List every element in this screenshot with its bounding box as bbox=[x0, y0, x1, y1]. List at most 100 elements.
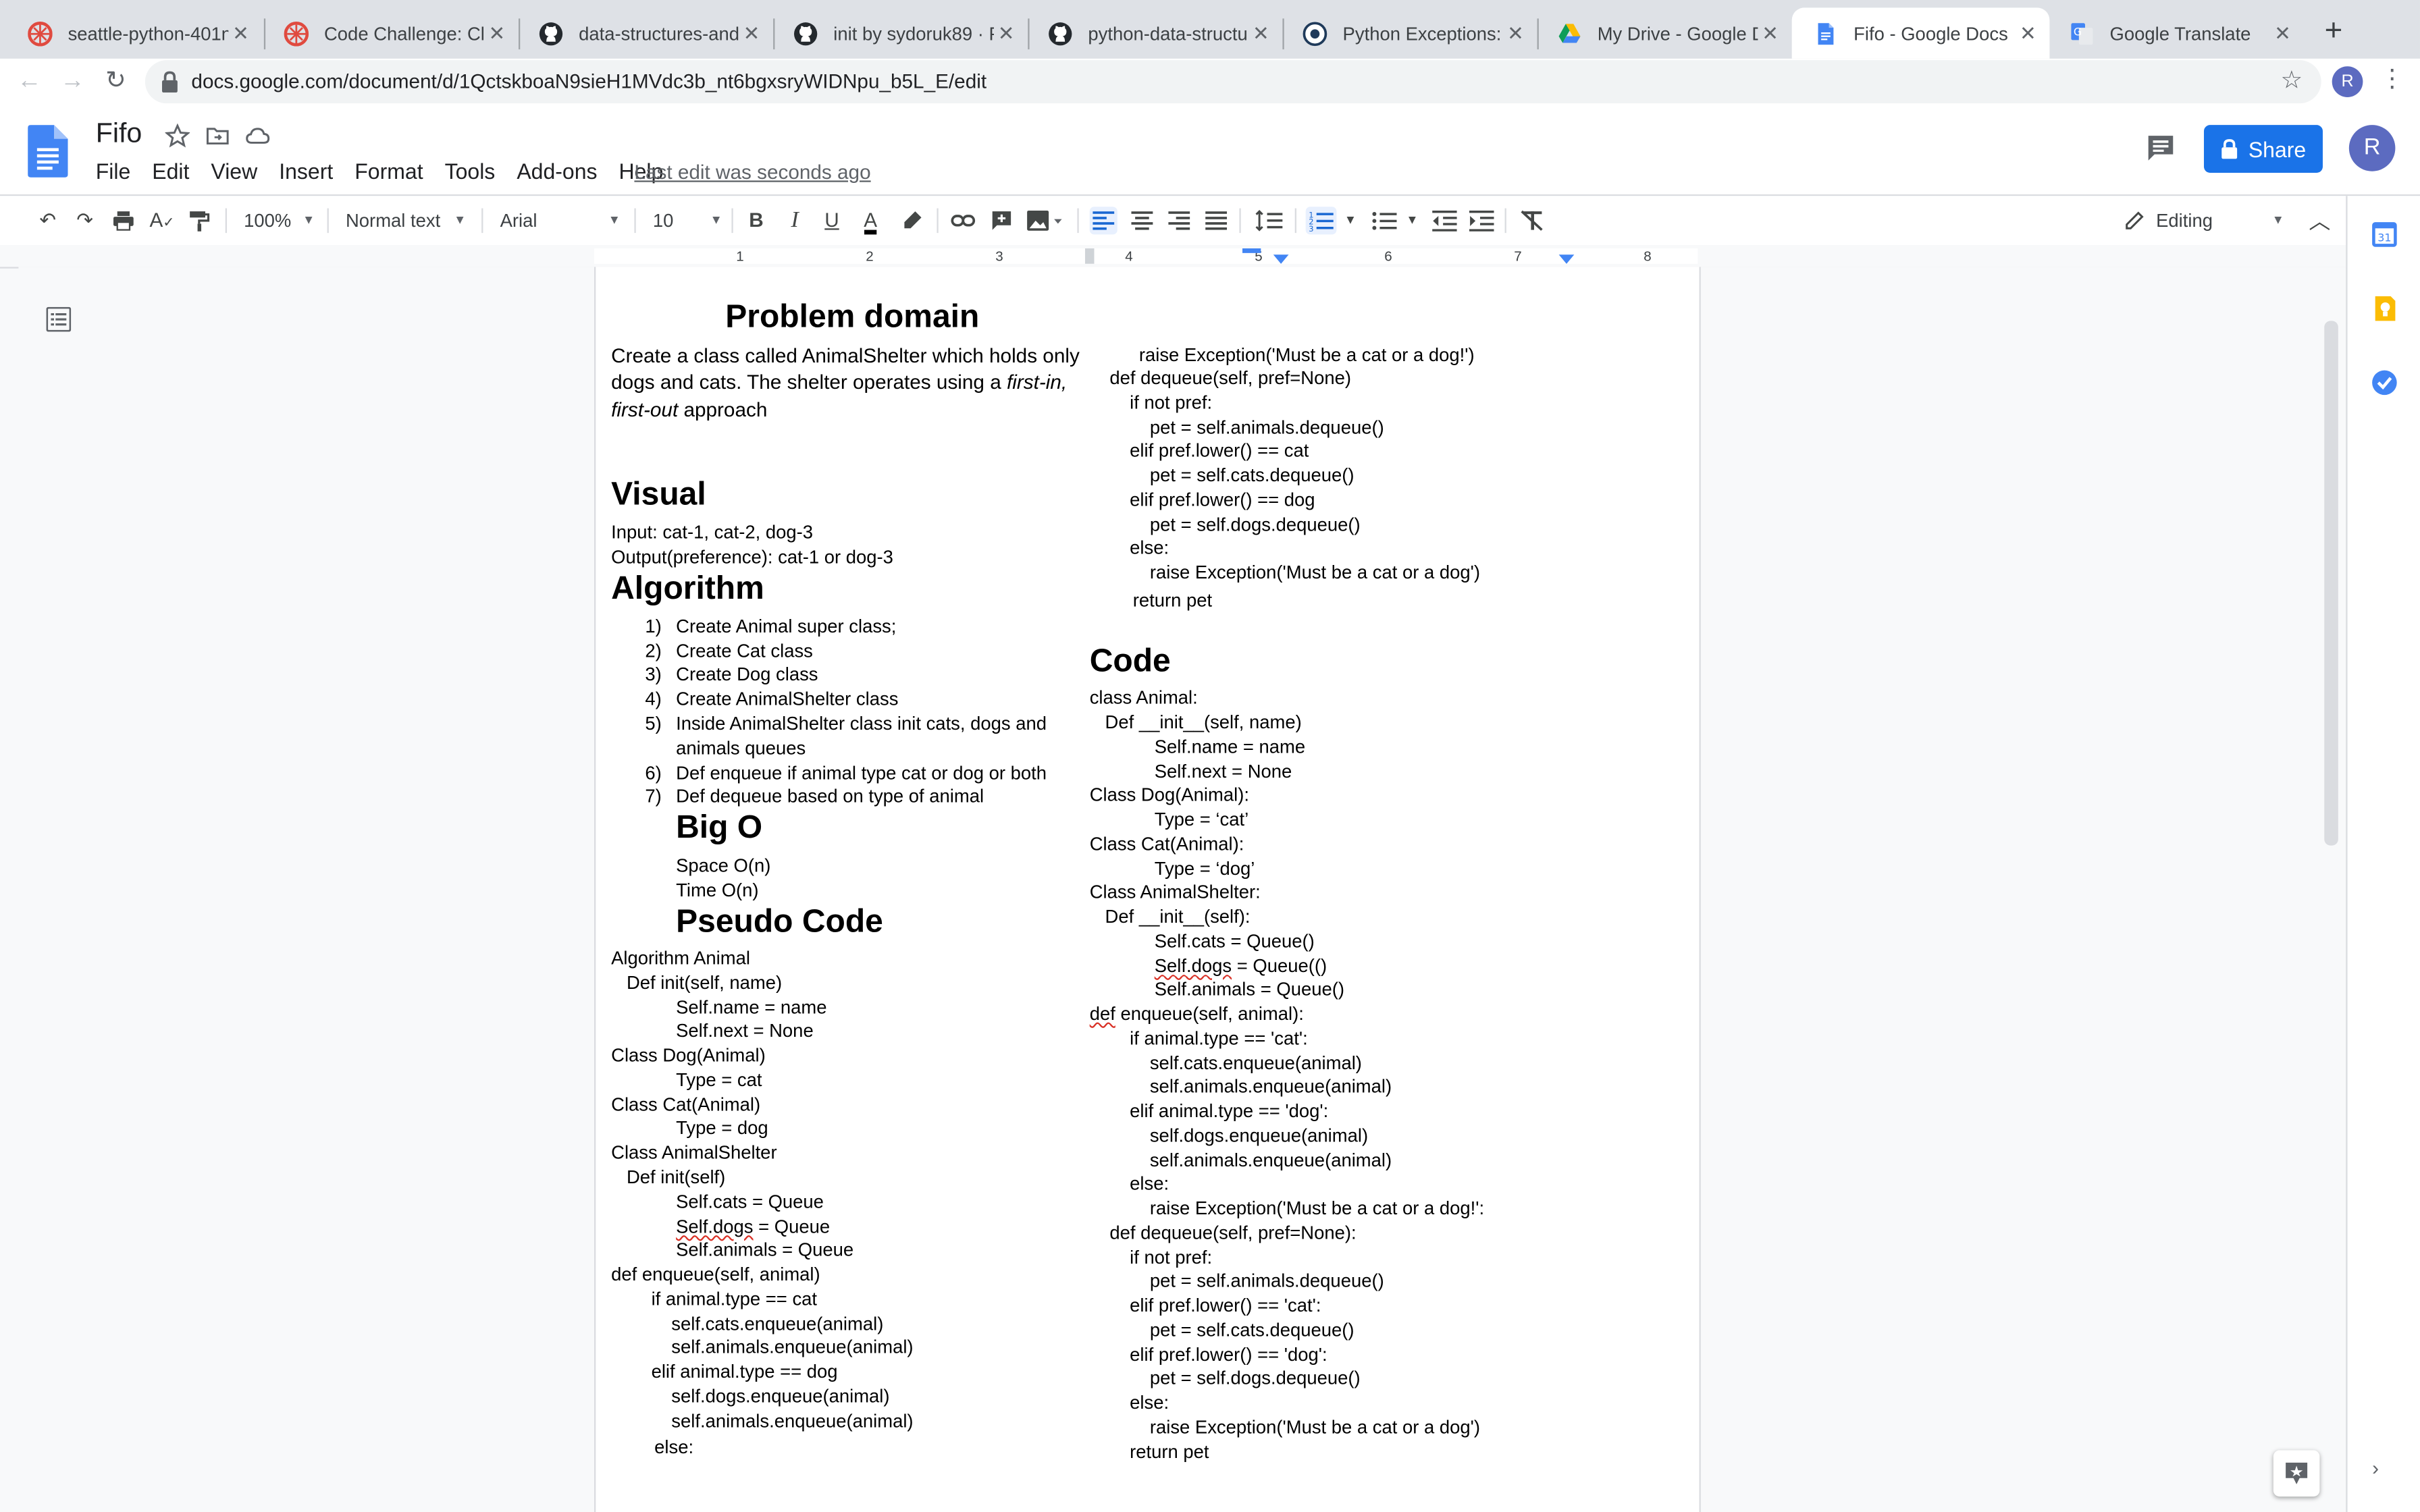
document-title[interactable]: Fifo bbox=[96, 117, 142, 150]
browser-tab[interactable]: My Drive - Google Dri ✕ bbox=[1535, 7, 1791, 58]
zoom-select[interactable]: 100% ▼ bbox=[244, 207, 315, 234]
move-folder-icon[interactable] bbox=[205, 124, 230, 148]
align-center-icon[interactable] bbox=[1128, 207, 1156, 234]
line-spacing-icon[interactable] bbox=[1253, 207, 1284, 234]
print-icon[interactable] bbox=[109, 207, 137, 234]
paragraph-style-select[interactable]: Normal text ▼ bbox=[346, 207, 466, 234]
collapse-menus-icon[interactable]: ︿ bbox=[2306, 207, 2334, 234]
address-bar[interactable]: docs.google.com/document/d/1QctskboaN9si… bbox=[144, 60, 2321, 104]
font-select[interactable]: Arial ▼ bbox=[500, 207, 621, 234]
close-tab-icon[interactable]: ✕ bbox=[739, 21, 764, 46]
spelling-flagged-word[interactable]: def bbox=[1090, 1003, 1115, 1025]
underline-icon[interactable]: U bbox=[820, 207, 845, 234]
close-tab-icon[interactable]: ✕ bbox=[1248, 21, 1273, 46]
code-line: Def __init__(self, name) bbox=[1105, 711, 1302, 733]
close-tab-icon[interactable]: ✕ bbox=[228, 21, 253, 46]
menu-tools[interactable]: Tools bbox=[445, 159, 496, 184]
pseudo-line: pet = self.animals.dequeue() bbox=[1149, 416, 1384, 439]
right-indent-marker[interactable] bbox=[1558, 254, 1575, 264]
column-divider-marker[interactable] bbox=[1084, 248, 1095, 264]
text-color-icon[interactable]: A bbox=[858, 207, 883, 235]
docs-logo-icon[interactable] bbox=[28, 125, 68, 178]
browser-tab[interactable]: seattle-python-401n1 ✕ bbox=[6, 7, 262, 58]
visual-output: Output(preference): cat-1 or dog-3 bbox=[611, 546, 893, 568]
redo-icon[interactable]: ↷ bbox=[71, 207, 99, 234]
close-tab-icon[interactable]: ✕ bbox=[2270, 21, 2295, 46]
expand-side-panel-icon[interactable]: › bbox=[2372, 1457, 2379, 1480]
spelling-flagged-word[interactable]: Self.dogs bbox=[1155, 955, 1232, 977]
comment-history-icon[interactable] bbox=[2145, 133, 2176, 164]
calendar-day: 31 bbox=[2377, 232, 2391, 244]
menu-edit[interactable]: Edit bbox=[152, 159, 189, 184]
italic-icon[interactable]: I bbox=[783, 207, 808, 234]
share-button[interactable]: Share bbox=[2203, 125, 2323, 173]
insert-image-icon[interactable] bbox=[1025, 207, 1065, 234]
browser-tab-active[interactable]: Fifo - Google Docs ✕ bbox=[1791, 7, 2050, 59]
numbered-list-caret-icon[interactable]: ▼ bbox=[1343, 207, 1359, 234]
close-tab-icon[interactable]: ✕ bbox=[1758, 21, 1783, 46]
spelling-flagged-word[interactable]: Self.dogs bbox=[676, 1216, 753, 1237]
browser-tab[interactable]: Code Challenge: Class ✕ bbox=[263, 7, 519, 58]
browser-tab[interactable]: data-structures-and-a ✕ bbox=[517, 7, 773, 58]
bookmark-star-icon[interactable]: ☆ bbox=[2280, 65, 2303, 96]
left-indent-marker[interactable] bbox=[1273, 254, 1289, 264]
close-tab-icon[interactable]: ✕ bbox=[994, 21, 1019, 46]
menu-format[interactable]: Format bbox=[354, 159, 423, 184]
tasks-icon[interactable] bbox=[2371, 369, 2398, 396]
menu-view[interactable]: View bbox=[211, 159, 257, 184]
last-edit-link[interactable]: Last edit was seconds ago bbox=[634, 161, 870, 184]
first-line-indent-marker[interactable] bbox=[1242, 248, 1261, 254]
pseudo-line: elif pref.lower() == dog bbox=[1130, 489, 1315, 511]
account-avatar[interactable]: R bbox=[2348, 125, 2396, 171]
bulleted-list-icon[interactable] bbox=[1369, 207, 1400, 234]
vertical-scrollbar[interactable] bbox=[2324, 321, 2338, 846]
spellcheck-icon[interactable]: A✓ bbox=[148, 207, 176, 234]
numbered-list-icon[interactable]: 123 bbox=[1305, 207, 1337, 235]
comment-plus-shape bbox=[992, 211, 1011, 230]
calendar-icon[interactable]: 31 bbox=[2371, 221, 2398, 248]
editing-mode-select[interactable]: Editing ▼ bbox=[2124, 207, 2284, 234]
bulleted-list-caret-icon[interactable]: ▼ bbox=[1404, 207, 1420, 234]
add-comment-icon[interactable] bbox=[988, 207, 1016, 234]
browser-tab[interactable]: G Google Translate ✕ bbox=[2048, 7, 2304, 58]
code-line: elif pref.lower() == 'cat': bbox=[1130, 1294, 1321, 1316]
tab-title: data-structures-and-a bbox=[579, 22, 739, 45]
close-tab-icon[interactable]: ✕ bbox=[485, 21, 510, 46]
pseudo-line: Def init(self, name) bbox=[611, 971, 783, 994]
document-page[interactable]: Problem domain Create a class called Ani… bbox=[594, 267, 1701, 1512]
clear-formatting-icon[interactable] bbox=[1519, 207, 1546, 234]
bold-icon[interactable]: B bbox=[744, 207, 769, 234]
close-tab-icon[interactable]: ✕ bbox=[2016, 21, 2041, 46]
font-size-select[interactable]: 10 ▼ bbox=[653, 207, 722, 234]
horizontal-ruler[interactable]: 1 2 3 4 5 6 7 8 bbox=[594, 248, 1698, 264]
browser-menu-icon[interactable]: ⋮ bbox=[2380, 63, 2405, 94]
increase-indent-icon[interactable] bbox=[1468, 207, 1496, 234]
code-line: Self.cats = Queue() bbox=[1154, 930, 1315, 952]
numbered-list-shape: 123 bbox=[1309, 210, 1334, 234]
menu-addons[interactable]: Add-ons bbox=[517, 159, 597, 184]
align-justify-icon[interactable] bbox=[1203, 207, 1230, 234]
browser-profile-avatar[interactable]: R bbox=[2332, 66, 2363, 97]
reload-icon[interactable]: ↻ bbox=[101, 66, 132, 97]
new-tab-button[interactable]: + bbox=[2315, 12, 2352, 49]
paint-format-icon[interactable] bbox=[185, 207, 213, 234]
menu-insert[interactable]: Insert bbox=[279, 159, 333, 184]
decrease-indent-icon[interactable] bbox=[1431, 207, 1458, 234]
browser-tab[interactable]: Python Exceptions: Ar ✕ bbox=[1281, 7, 1537, 58]
undo-icon[interactable]: ↶ bbox=[34, 207, 61, 234]
highlight-icon[interactable] bbox=[900, 207, 925, 234]
browser-tab[interactable]: init by sydoruk89 · Pu ✕ bbox=[772, 7, 1028, 58]
link-icon[interactable] bbox=[949, 207, 977, 234]
star-icon[interactable] bbox=[165, 123, 190, 148]
explore-button[interactable] bbox=[2273, 1450, 2320, 1497]
cloud-saved-icon[interactable] bbox=[245, 124, 270, 148]
keep-icon[interactable] bbox=[2371, 295, 2398, 323]
back-icon[interactable]: ← bbox=[14, 66, 45, 97]
close-tab-icon[interactable]: ✕ bbox=[1503, 21, 1528, 46]
align-left-icon[interactable] bbox=[1089, 207, 1117, 235]
browser-tab[interactable]: python-data-structure ✕ bbox=[1026, 7, 1282, 58]
menu-file[interactable]: File bbox=[96, 159, 131, 184]
forward-icon[interactable]: → bbox=[57, 66, 88, 97]
align-right-icon[interactable] bbox=[1165, 207, 1193, 234]
document-outline-icon[interactable] bbox=[46, 306, 72, 332]
